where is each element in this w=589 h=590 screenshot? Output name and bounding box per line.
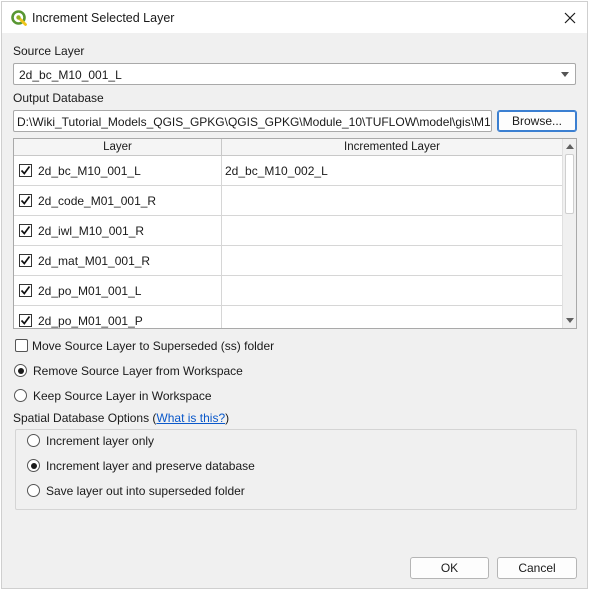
- chevron-down-icon: [561, 72, 569, 77]
- table-row[interactable]: 2d_mat_M01_001_R: [14, 246, 562, 276]
- close-icon: [564, 12, 576, 24]
- row-checkbox[interactable]: [19, 314, 32, 327]
- table-scrollbar[interactable]: [562, 139, 576, 328]
- layer-cell: 2d_mat_M01_001_R: [14, 246, 222, 276]
- incremented-layer-cell[interactable]: [222, 186, 562, 216]
- checkmark-icon: [20, 165, 31, 175]
- layer-name: 2d_bc_M10_001_L: [38, 164, 141, 178]
- layer-cell: 2d_po_M01_001_L: [14, 276, 222, 306]
- layer-table: Layer Incremented Layer 2d_bc_M10_001_L …: [13, 138, 577, 329]
- incremented-layer-name: 2d_bc_M10_002_L: [225, 164, 328, 178]
- increment-layer-dialog: Increment Selected Layer Source Layer 2d…: [1, 1, 588, 589]
- scroll-thumb[interactable]: [565, 154, 574, 214]
- scroll-down-icon[interactable]: [566, 318, 574, 323]
- table-row[interactable]: 2d_po_M01_001_L: [14, 276, 562, 306]
- layer-name: 2d_code_M01_001_R: [38, 194, 157, 208]
- output-database-value: D:\Wiki_Tutorial_Models_QGIS_GPKG\QGIS_G…: [17, 115, 491, 129]
- table-row[interactable]: 2d_iwl_M10_001_R: [14, 216, 562, 246]
- incremented-layer-cell[interactable]: 2d_bc_M10_002_L: [222, 156, 562, 186]
- row-checkbox[interactable]: [19, 224, 32, 237]
- row-checkbox[interactable]: [19, 284, 32, 297]
- ok-button[interactable]: OK: [410, 557, 489, 579]
- checkmark-icon: [20, 195, 31, 205]
- spatial-db-options-group: Increment layer only Increment layer and…: [15, 429, 577, 510]
- layer-name: 2d_po_M01_001_L: [38, 284, 142, 298]
- remove-source-radio[interactable]: [14, 364, 27, 377]
- increment-only-label: Increment layer only: [46, 434, 155, 448]
- row-checkbox[interactable]: [19, 164, 32, 177]
- spatial-db-label-text: Spatial Database Options (: [13, 411, 157, 425]
- incremented-layer-cell[interactable]: [222, 276, 562, 306]
- layer-cell: 2d_iwl_M10_001_R: [14, 216, 222, 246]
- incremented-layer-cell[interactable]: [222, 246, 562, 276]
- layer-cell: 2d_code_M01_001_R: [14, 186, 222, 216]
- title-bar: Increment Selected Layer: [2, 2, 587, 33]
- checkmark-icon: [20, 315, 31, 325]
- table-row[interactable]: 2d_bc_M10_001_L 2d_bc_M10_002_L: [14, 156, 562, 186]
- layer-cell: 2d_po_M01_001_P: [14, 306, 222, 328]
- layer-name: 2d_iwl_M10_001_R: [38, 224, 145, 238]
- save-superseded-radio[interactable]: [27, 484, 40, 497]
- checkmark-icon: [20, 285, 31, 295]
- close-button[interactable]: [555, 4, 585, 32]
- scroll-up-icon[interactable]: [566, 144, 574, 149]
- table-row[interactable]: 2d_po_M01_001_P: [14, 306, 562, 328]
- cancel-button[interactable]: Cancel: [497, 557, 577, 579]
- remove-source-label: Remove Source Layer from Workspace: [33, 364, 243, 378]
- qgis-icon: [11, 10, 27, 26]
- source-layer-value: 2d_bc_M10_001_L: [19, 68, 122, 82]
- layer-cell: 2d_bc_M10_001_L: [14, 156, 222, 186]
- column-header-incremented-layer[interactable]: Incremented Layer: [222, 139, 562, 156]
- browse-button[interactable]: Browse...: [497, 110, 577, 132]
- spatial-db-label-suffix: ): [225, 411, 230, 425]
- incremented-layer-cell[interactable]: [222, 216, 562, 246]
- keep-source-radio[interactable]: [14, 389, 27, 402]
- move-superseded-label: Move Source Layer to Superseded (ss) fol…: [32, 339, 275, 353]
- row-checkbox[interactable]: [19, 194, 32, 207]
- output-database-input[interactable]: D:\Wiki_Tutorial_Models_QGIS_GPKG\QGIS_G…: [13, 110, 492, 132]
- checkmark-icon: [20, 255, 31, 265]
- source-layer-combo[interactable]: 2d_bc_M10_001_L: [13, 63, 576, 85]
- move-superseded-checkbox[interactable]: [15, 339, 28, 352]
- what-is-this-link[interactable]: What is this?: [156, 411, 225, 425]
- row-checkbox[interactable]: [19, 254, 32, 267]
- spatial-db-options-label: Spatial Database Options (What is this?): [13, 411, 229, 425]
- table-header: Layer Incremented Layer: [14, 139, 562, 156]
- source-layer-label: Source Layer: [13, 44, 85, 58]
- output-database-label: Output Database: [13, 91, 104, 105]
- increment-only-radio[interactable]: [27, 434, 40, 447]
- window-title: Increment Selected Layer: [32, 11, 175, 25]
- increment-preserve-radio[interactable]: [27, 459, 40, 472]
- checkmark-icon: [20, 225, 31, 235]
- increment-preserve-label: Increment layer and preserve database: [46, 459, 255, 473]
- keep-source-label: Keep Source Layer in Workspace: [33, 389, 212, 403]
- layer-name: 2d_mat_M01_001_R: [38, 254, 151, 268]
- table-row[interactable]: 2d_code_M01_001_R: [14, 186, 562, 216]
- column-header-layer[interactable]: Layer: [14, 139, 222, 156]
- save-superseded-label: Save layer out into superseded folder: [46, 484, 245, 498]
- incremented-layer-cell[interactable]: [222, 306, 562, 328]
- layer-name: 2d_po_M01_001_P: [38, 314, 143, 328]
